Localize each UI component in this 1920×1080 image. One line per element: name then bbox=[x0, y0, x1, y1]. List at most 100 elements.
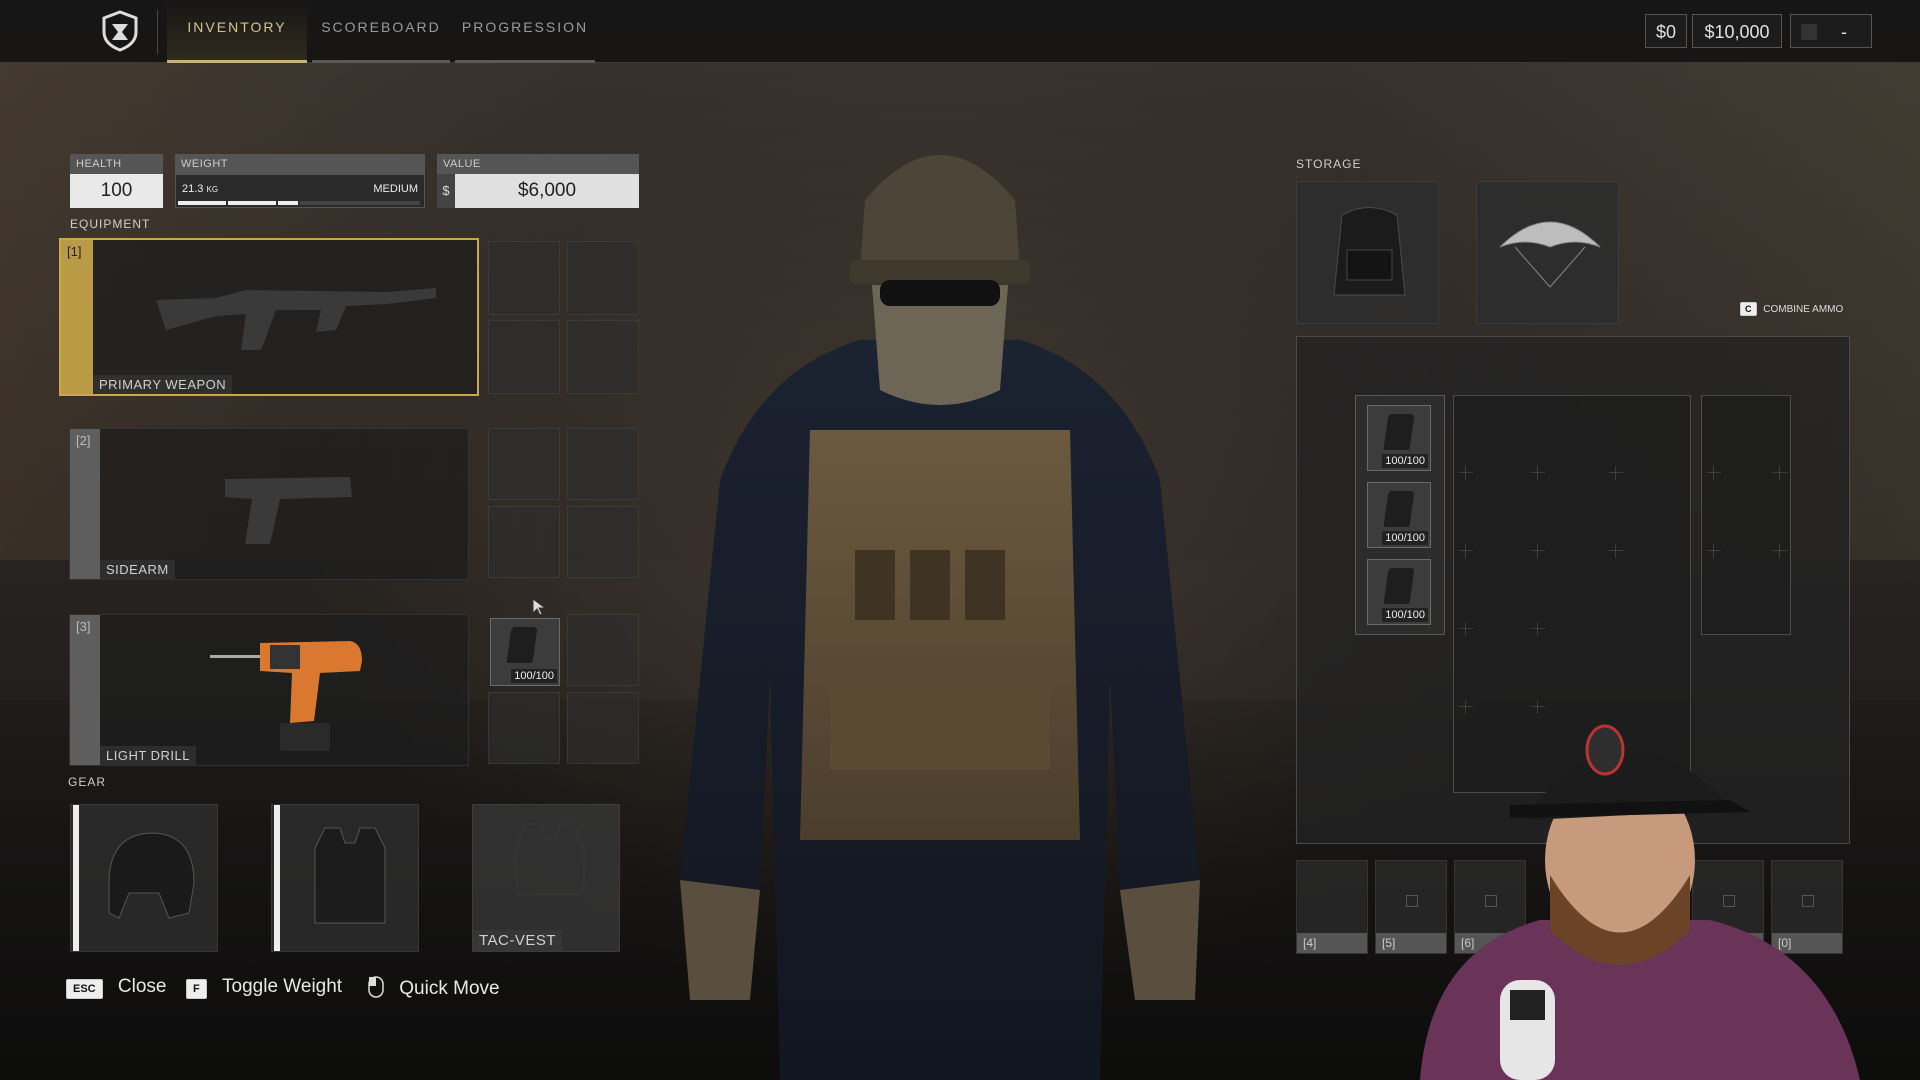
combine-ammo-label: COMBINE AMMO bbox=[1763, 304, 1844, 315]
bank-balance: $10,000 bbox=[1692, 14, 1782, 48]
currency-icon bbox=[1801, 24, 1817, 40]
drill-slot-strip bbox=[70, 615, 100, 765]
sidearm-slot-strip bbox=[70, 429, 100, 579]
light-drill-slot[interactable]: [3] LIGHT DRILL bbox=[69, 614, 469, 766]
extra-currency: - bbox=[1790, 14, 1872, 48]
tab-scoreboard[interactable]: SCOREBOARD bbox=[312, 0, 450, 63]
pistol-silhouette-icon bbox=[225, 477, 352, 544]
primary-slot-strip bbox=[61, 240, 93, 394]
weight-bar-seg-1 bbox=[178, 201, 226, 205]
drill-attachment-3[interactable] bbox=[488, 692, 560, 764]
plate-carrier-icon bbox=[314, 827, 386, 924]
grid-marker bbox=[1773, 544, 1787, 558]
tab-scoreboard-label: SCOREBOARD bbox=[321, 19, 441, 35]
drill-icon bbox=[210, 641, 362, 751]
grid-marker bbox=[1707, 466, 1721, 480]
drill-attachment-2[interactable] bbox=[567, 614, 639, 686]
game-logo-icon bbox=[102, 10, 138, 52]
weight-unit: KG bbox=[206, 185, 219, 194]
webcam-overlay bbox=[1420, 724, 1860, 1080]
sidearm-attachment-2[interactable] bbox=[567, 428, 639, 500]
weight-class: MEDIUM bbox=[373, 183, 418, 195]
tab-inventory-label: INVENTORY bbox=[187, 19, 287, 35]
grid-marker bbox=[1609, 466, 1623, 480]
drill-ammo-count: 100/100 bbox=[511, 669, 557, 683]
sidearm-attachment-4[interactable] bbox=[567, 506, 639, 578]
tab-progression[interactable]: PROGRESSION bbox=[455, 0, 595, 63]
weight-label: WEIGHT bbox=[175, 154, 425, 174]
storage-mag-1-icon bbox=[1383, 414, 1415, 450]
storage-mag-1[interactable]: 100/100 bbox=[1367, 405, 1431, 471]
storage-mag-1-count: 100/100 bbox=[1382, 454, 1428, 468]
storage-mag-3[interactable]: 100/100 bbox=[1367, 559, 1431, 625]
primary-attachment-1[interactable] bbox=[488, 241, 560, 315]
tab-inventory[interactable]: INVENTORY bbox=[167, 0, 307, 63]
tab-progression-label: PROGRESSION bbox=[461, 19, 589, 35]
toggle-weight-label: Toggle Weight bbox=[222, 976, 343, 997]
mag-icon bbox=[506, 627, 538, 663]
cosmetic-slot[interactable] bbox=[1476, 181, 1619, 324]
value-label: VALUE bbox=[437, 154, 639, 174]
grid-marker bbox=[1459, 466, 1473, 480]
extra-currency-value: - bbox=[1841, 22, 1847, 42]
tac-vest-slot[interactable]: TAC-VEST bbox=[472, 804, 620, 952]
weight-meter: 21.3 KG MEDIUM bbox=[175, 174, 425, 208]
grid-marker bbox=[1459, 622, 1473, 636]
close-hint[interactable]: ESC Close bbox=[66, 976, 166, 999]
primary-attachment-3[interactable] bbox=[488, 320, 560, 394]
grid-marker bbox=[1707, 544, 1721, 558]
tac-vest-label: TAC-VEST bbox=[473, 930, 563, 951]
mouse-button-icon bbox=[368, 976, 384, 998]
character-model bbox=[680, 155, 1200, 1080]
quick-move-hint[interactable]: Quick Move bbox=[368, 976, 500, 1000]
top-bar: INVENTORY SCOREBOARD PROGRESSION $0 $10,… bbox=[0, 0, 1920, 63]
quick-slot-4[interactable]: [4] bbox=[1296, 860, 1368, 954]
weight-bar-empty bbox=[300, 201, 420, 205]
logo-divider bbox=[157, 10, 158, 54]
drill-ammo-mag[interactable]: 100/100 bbox=[490, 618, 560, 686]
helmet-slot[interactable] bbox=[70, 804, 218, 952]
sidearm-attachment-1[interactable] bbox=[488, 428, 560, 500]
primary-weapon-slot[interactable]: [1] PRIMARY WEAPON bbox=[59, 238, 479, 396]
storage-mag-3-icon bbox=[1383, 568, 1415, 604]
armor-slot[interactable] bbox=[271, 804, 419, 952]
primary-attachment-4[interactable] bbox=[567, 320, 639, 394]
storage-mag-2[interactable]: 100/100 bbox=[1367, 482, 1431, 548]
sidearm-attachment-3[interactable] bbox=[488, 506, 560, 578]
light-drill-label: LIGHT DRILL bbox=[100, 746, 197, 765]
sidearm-slot-number: [2] bbox=[76, 433, 91, 448]
close-label: Close bbox=[117, 976, 167, 997]
grid-marker bbox=[1531, 544, 1545, 558]
health-value: 100 bbox=[70, 174, 163, 208]
primary-slot-number: [1] bbox=[67, 244, 82, 259]
cash-balance: $0 bbox=[1645, 14, 1687, 48]
mouse-cursor-icon bbox=[532, 598, 546, 616]
rifle-silhouette-icon bbox=[156, 288, 436, 350]
drill-slot-number: [3] bbox=[76, 619, 91, 634]
backpack-icon bbox=[1333, 207, 1406, 296]
sidearm-label: SIDEARM bbox=[100, 560, 175, 579]
value-currency-symbol: $ bbox=[437, 174, 455, 208]
drill-attachment-4[interactable] bbox=[567, 692, 639, 764]
sidearm-slot[interactable]: [2] SIDEARM bbox=[69, 428, 469, 580]
grid-marker bbox=[1459, 544, 1473, 558]
gear-section-label: GEAR bbox=[68, 775, 107, 789]
weight-number: 21.3 bbox=[182, 183, 204, 195]
quick-move-label: Quick Move bbox=[399, 978, 500, 999]
grid-marker bbox=[1609, 544, 1623, 558]
combine-ammo-button[interactable]: C COMBINE AMMO bbox=[1740, 302, 1843, 316]
grid-marker bbox=[1531, 622, 1545, 636]
value-amount: $6,000 bbox=[455, 174, 639, 208]
side-pocket-grid[interactable] bbox=[1701, 395, 1791, 635]
helmet-durability-bar bbox=[73, 805, 79, 951]
backpack-slot[interactable] bbox=[1296, 181, 1439, 324]
storage-section-label: STORAGE bbox=[1296, 157, 1362, 171]
f-key: F bbox=[186, 979, 207, 999]
esc-key: ESC bbox=[66, 979, 103, 999]
primary-weapon-label: PRIMARY WEAPON bbox=[93, 375, 233, 394]
primary-attachment-2[interactable] bbox=[567, 241, 639, 315]
weight-bar-seg-2 bbox=[228, 201, 276, 205]
toggle-weight-hint[interactable]: F Toggle Weight bbox=[186, 976, 342, 999]
storage-mag-2-count: 100/100 bbox=[1382, 531, 1428, 545]
parachute-icon bbox=[1499, 221, 1601, 288]
